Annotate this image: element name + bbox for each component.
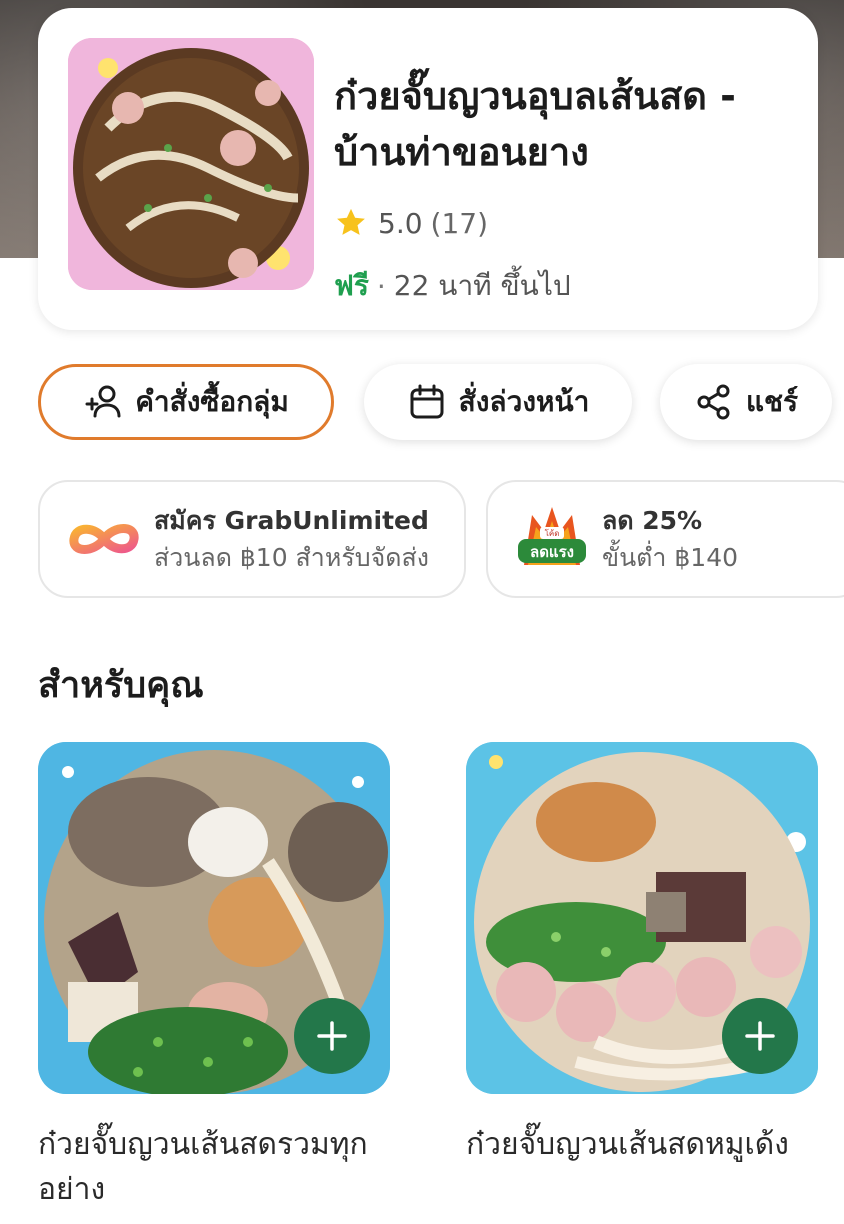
- delivery-info: ฟรี · 22 นาที ขึ้นไป: [334, 264, 571, 308]
- schedule-label: สั่งล่วงหน้า: [458, 385, 590, 418]
- promo-logo-main-text: ลดแรง: [530, 543, 574, 561]
- promo-subtitle: ขั้นต่ำ ฿140: [602, 543, 739, 572]
- menu-item-photo[interactable]: [38, 742, 390, 1094]
- menu-item-card[interactable]: ก๋วยจั๊บญวนเส้นสดหมูเด้ง: [466, 742, 818, 1167]
- grab-unlimited-logo: [69, 524, 139, 554]
- rating-count: (17): [430, 206, 489, 240]
- add-group-icon: [85, 385, 121, 418]
- promo-title: ลด 25%: [602, 505, 703, 535]
- delivery-fee: ฟรี: [334, 269, 369, 302]
- add-to-cart-button[interactable]: [294, 998, 370, 1074]
- promo-logo-top-text: โค้ด: [545, 528, 560, 538]
- rating-value: 5.0: [378, 206, 423, 240]
- delivery-time: 22 นาที ขึ้นไป: [393, 269, 571, 302]
- share-button[interactable]: แชร์: [660, 364, 832, 440]
- promo-title: สมัคร GrabUnlimited: [154, 505, 429, 535]
- section-title: สำหรับคุณ: [38, 665, 204, 706]
- menu-item-card[interactable]: ก๋วยจั๊บญวนเส้นสดรวมทุกอย่าง: [38, 742, 390, 1212]
- promo-discount[interactable]: โค้ด ลดแรง ลด 25% ขั้นต่ำ ฿140: [486, 480, 844, 598]
- store-info-card: ก๋วยจั๊บญวนอุบลเส้นสด - บ้านท่าขอนยาง 5.…: [38, 8, 818, 330]
- group-order-button[interactable]: คำสั่งซื้อกลุ่ม: [38, 364, 334, 440]
- store-photo: [68, 38, 314, 290]
- add-to-cart-button[interactable]: [722, 998, 798, 1074]
- share-icon: [697, 384, 730, 420]
- promo-subtitle: ส่วนลด ฿10 สำหรับจัดส่ง: [154, 543, 429, 572]
- separator-dot: ·: [376, 269, 386, 303]
- schedule-order-button[interactable]: สั่งล่วงหน้า: [364, 364, 632, 440]
- menu-item-name[interactable]: ก๋วยจั๊บญวนเส้นสดรวมทุกอย่าง: [38, 1122, 390, 1212]
- promo-code-logo: โค้ด ลดแรง: [518, 507, 586, 565]
- group-order-label: คำสั่งซื้อกลุ่ม: [135, 385, 289, 418]
- menu-item-photo[interactable]: [466, 742, 818, 1094]
- star-icon: [337, 208, 365, 235]
- calendar-icon: [410, 384, 444, 419]
- plus-icon: [317, 1021, 347, 1051]
- store-name: ก๋วยจั๊บญวนอุบลเส้นสด - บ้านท่าขอนยาง: [334, 74, 736, 175]
- share-label: แชร์: [745, 385, 799, 418]
- rating-row[interactable]: 5.0 (17): [334, 206, 488, 240]
- promo-grab-unlimited[interactable]: สมัคร GrabUnlimited ส่วนลด ฿10 สำหรับจัด…: [38, 480, 466, 598]
- plus-icon: [745, 1021, 775, 1051]
- menu-item-name[interactable]: ก๋วยจั๊บญวนเส้นสดหมูเด้ง: [466, 1122, 818, 1167]
